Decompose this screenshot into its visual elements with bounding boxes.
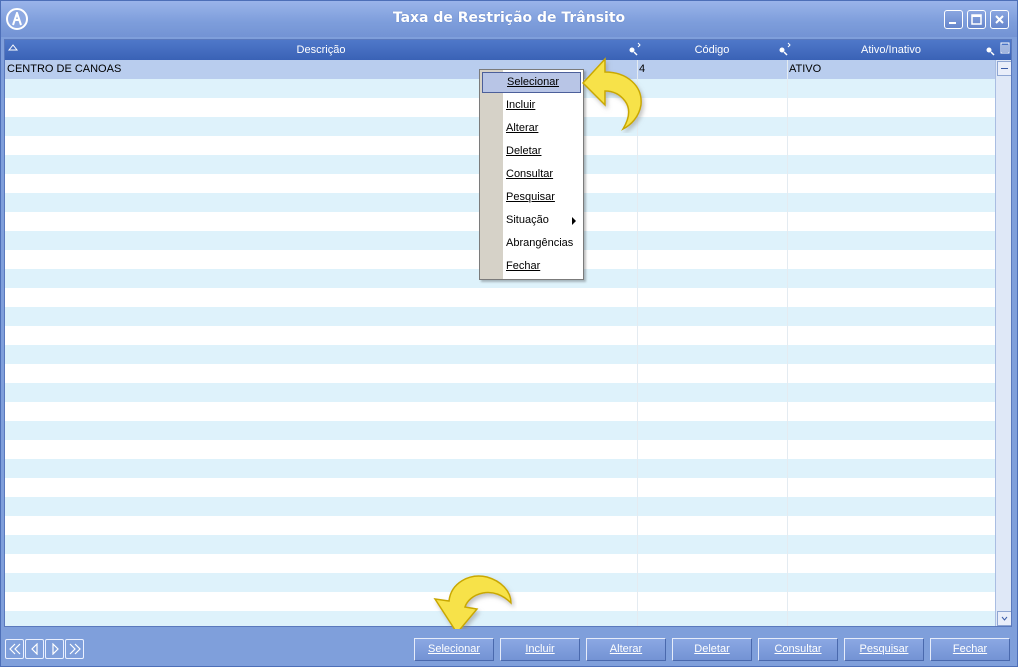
column-header-codigo[interactable]: Código [637,40,787,60]
context-menu: Selecionar Incluir Alterar Deletar Consu… [479,69,584,280]
button-label: Alterar [609,643,643,655]
fechar-button[interactable]: Fechar [930,638,1010,661]
consultar-button[interactable]: Consultar [758,638,838,661]
close-button[interactable] [990,10,1009,29]
menu-item-pesquisar[interactable]: Pesquisar [482,187,581,208]
table-row[interactable] [5,421,995,440]
menu-item-label: Alterar [506,122,539,134]
button-label: Selecionar [428,643,480,655]
column-header-ativo[interactable]: Ativo/Inativo [787,40,995,60]
menu-item-incluir[interactable]: Incluir [482,95,581,116]
menu-item-fechar[interactable]: Fechar [482,256,581,277]
menu-item-label: Situação [506,214,549,226]
scroll-down-button[interactable] [997,611,1011,626]
table-row[interactable] [5,307,995,326]
table-row[interactable] [5,440,995,459]
column-divider [637,60,638,626]
table-row[interactable] [5,383,995,402]
table-row[interactable] [5,402,995,421]
table-row[interactable] [5,478,995,497]
menu-item-consultar[interactable]: Consultar [482,164,581,185]
button-label: Pesquisar [859,643,909,655]
maximize-button[interactable] [967,10,986,29]
button-label: Fechar [952,643,988,655]
menu-item-situacao[interactable]: Situação [482,210,581,231]
cell-ativo: ATIVO [789,63,822,75]
button-label: Incluir [525,643,555,655]
menu-item-abrangencias[interactable]: Abrangências [482,233,581,254]
table-row[interactable] [5,364,995,383]
title-bar: Taxa de Restrição de Trânsito [1,1,1017,37]
pointer-arrow-icon [433,575,512,635]
main-window: Taxa de Restrição de Trânsito Descrição … [0,0,1018,667]
menu-item-deletar[interactable]: Deletar [482,141,581,162]
table-row[interactable] [5,345,995,364]
nav-first-button[interactable] [5,639,24,659]
grid-header: Descrição Código Ativo/Inativo [5,40,1012,60]
menu-item-label: Abrangências [506,237,574,249]
table-row[interactable] [5,497,995,516]
menu-item-alterar[interactable]: Alterar [482,118,581,139]
menu-item-label: Selecionar [507,76,559,88]
menu-item-selecionar[interactable]: Selecionar [482,72,581,93]
selecionar-button[interactable]: Selecionar [414,638,494,661]
window-title: Taxa de Restrição de Trânsito [392,10,626,26]
menu-item-label: Consultar [506,168,554,180]
table-row[interactable] [5,516,995,535]
table-row[interactable] [5,326,995,345]
scroll-up-button[interactable] [997,61,1011,76]
table-row[interactable] [5,459,995,478]
button-label: Deletar [694,643,730,655]
table-row[interactable] [5,535,995,554]
filter-icon[interactable] [983,42,999,56]
menu-item-label: Fechar [506,260,541,272]
menu-item-label: Deletar [506,145,542,157]
column-header-descricao[interactable]: Descrição [5,40,637,60]
nav-prev-button[interactable] [25,639,44,659]
nav-last-button[interactable] [65,639,84,659]
pesquisar-button[interactable]: Pesquisar [844,638,924,661]
menu-item-label: Incluir [506,99,536,111]
incluir-button[interactable]: Incluir [500,638,580,661]
column-divider [787,60,788,626]
vertical-scrollbar[interactable] [995,60,1011,626]
deletar-button[interactable]: Deletar [672,638,752,661]
alterar-button[interactable]: Alterar [586,638,666,661]
pointer-arrow-icon [581,57,642,131]
footer-bar: Selecionar Incluir Alterar Deletar Consu… [1,629,1017,666]
nav-next-button[interactable] [45,639,64,659]
table-row[interactable] [5,554,995,573]
minimize-button[interactable] [944,10,963,29]
cell-codigo: 4 [639,63,646,75]
table-row[interactable] [5,288,995,307]
menu-item-label: Pesquisar [506,191,555,203]
button-label: Consultar [774,643,822,655]
submenu-arrow-icon [572,217,576,225]
column-chooser-icon[interactable] [998,41,1012,55]
